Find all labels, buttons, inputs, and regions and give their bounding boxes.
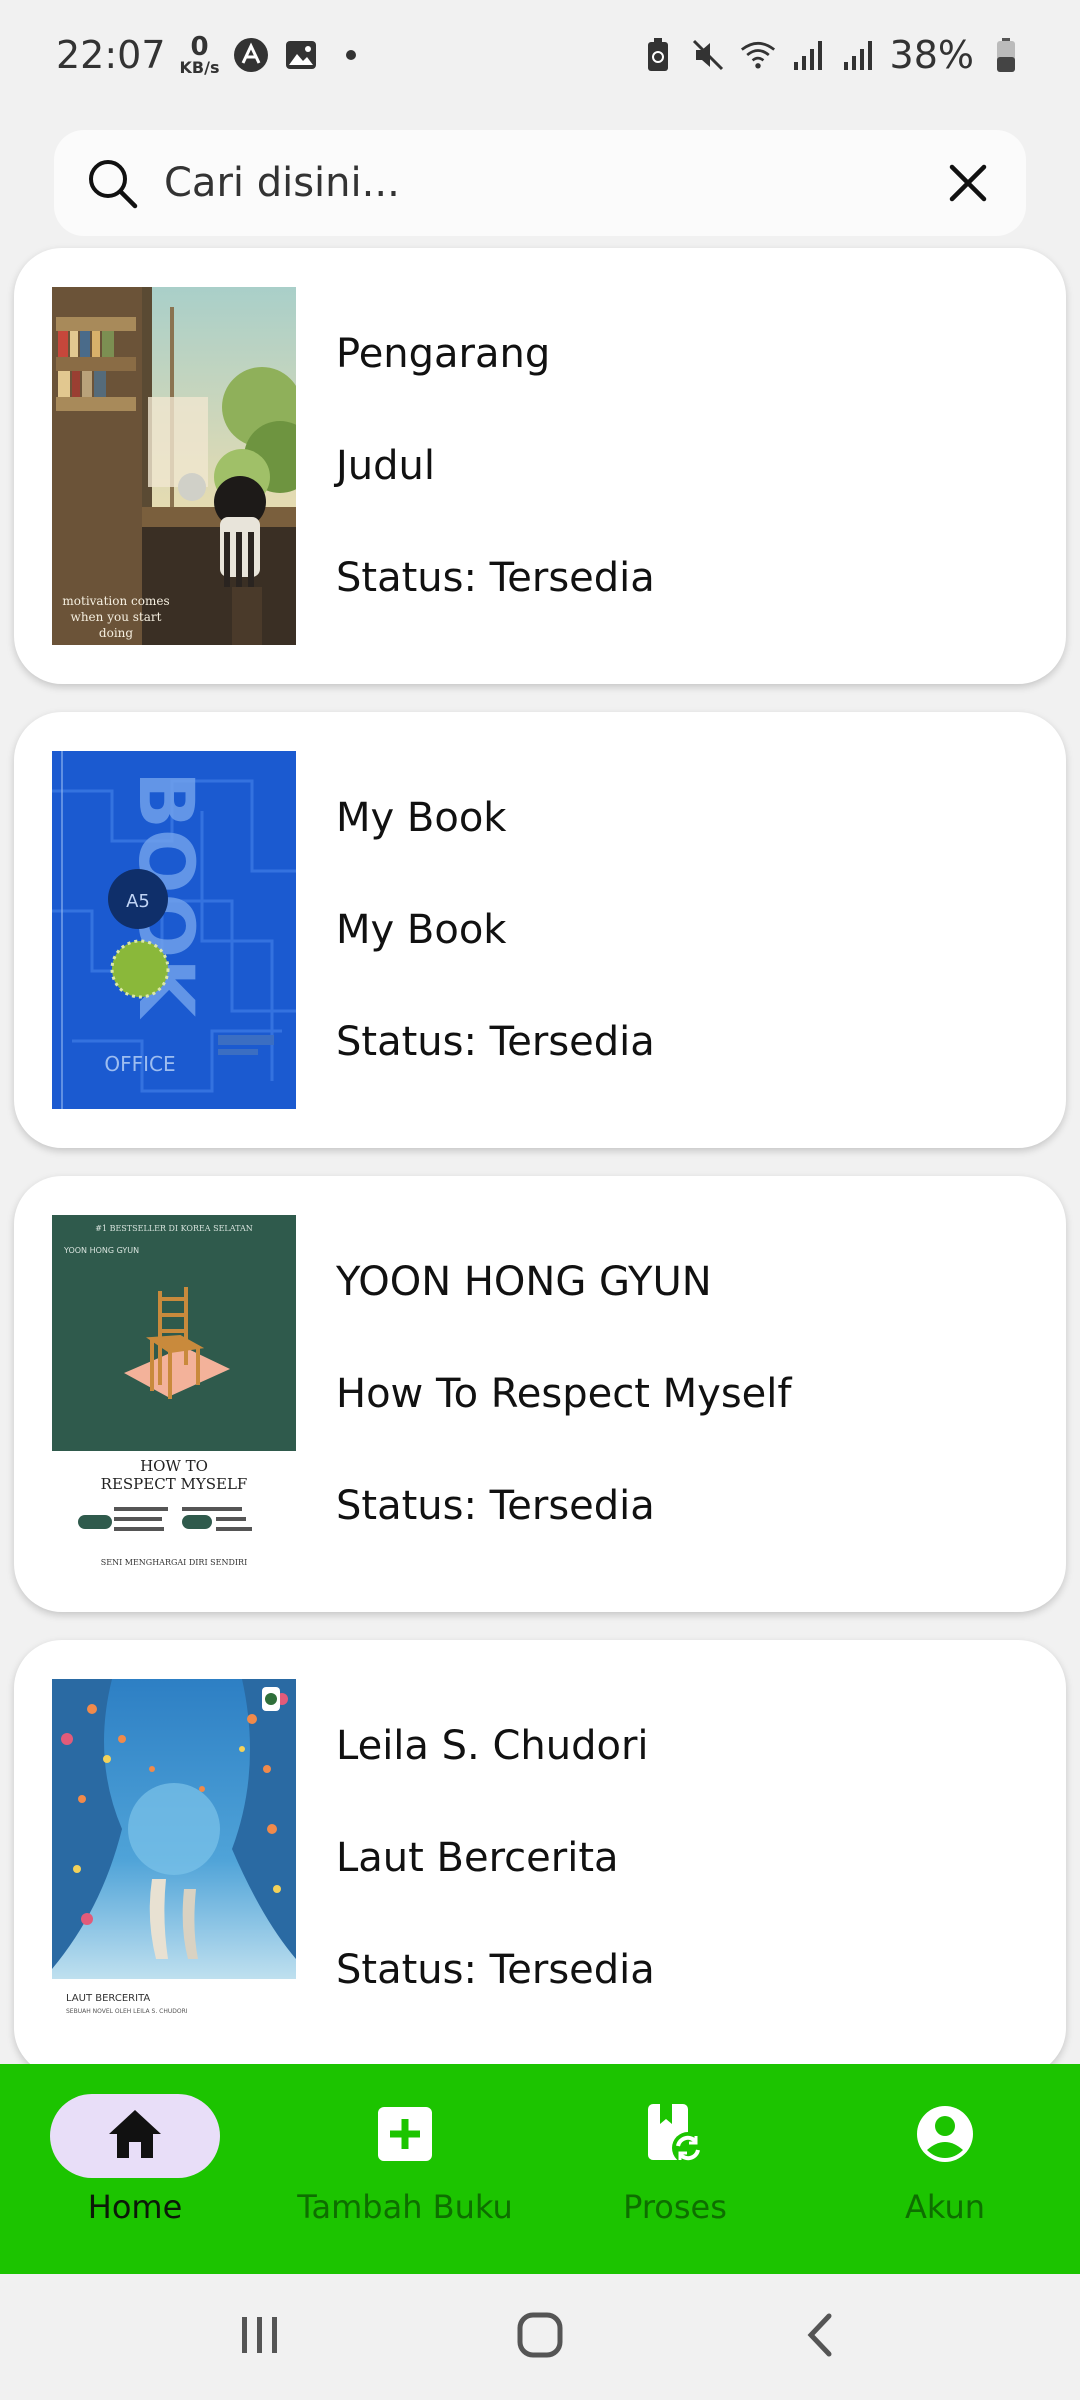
cover-footer-text: SENI MENGHARGAI DIRI SENDIRI [101,1558,247,1567]
home-system-button[interactable] [495,2292,585,2382]
recent-apps-button[interactable] [215,2292,305,2382]
home-icon [107,2108,163,2164]
nav-item-home[interactable]: Home [0,2064,270,2274]
recent-apps-icon [238,2315,282,2359]
book-title: My Book [336,907,507,953]
book-info: Pengarang Judul Status: Tersedia [336,325,655,607]
nav-label: Akun [905,2188,985,2226]
book-title: Judul [336,443,436,489]
cover-code-text: A5 [126,891,150,912]
book-info: YOON HONG GYUN How To Respect Myself Sta… [336,1253,791,1535]
battery-saver-icon [640,37,676,73]
nav-label: Proses [623,2188,727,2226]
nav-label: Home [87,2188,183,2226]
book-author: YOON HONG GYUN [336,1259,712,1305]
cover-caption-line-3: doing [99,626,133,640]
battery-icon [988,37,1024,73]
book-info: My Book My Book Status: Tersedia [336,789,655,1071]
book-card[interactable]: #1 BESTSELLER DI KOREA SELATAN YOON HONG… [14,1176,1066,1612]
clear-search-icon[interactable] [940,155,996,211]
book-status: Status: Tersedia [336,1947,655,1993]
wifi-icon [740,37,776,73]
book-author: Pengarang [336,331,551,377]
search-bar [54,130,1026,236]
book-status: Status: Tersedia [336,1019,655,1065]
nav-item-proses[interactable]: Proses [540,2064,810,2274]
nav-label: Tambah Buku [297,2188,513,2226]
app-notification-icon [233,37,269,73]
book-cover-image: motivation comes when you start doing [52,287,296,645]
search-icon[interactable] [84,155,140,211]
book-title: Laut Bercerita [336,1835,619,1881]
book-card[interactable]: motivation comes when you start doing Pe… [14,248,1066,684]
cover-caption-line-2: when you start [71,610,162,624]
book-cover-image: BOOK A5 OFFICE [52,751,296,1109]
status-left: 22:07 0 KB/s [56,33,369,77]
cover-top-text: #1 BESTSELLER DI KOREA SELATAN [95,1224,253,1233]
signal-2-icon [840,37,876,73]
status-bar: 22:07 0 KB/s 38% [0,0,1080,110]
cover-sub-text: SEBUAH NOVEL OLEH LEILA S. CHUDORI [66,2008,188,2015]
back-button[interactable] [775,2292,865,2382]
status-right: 38% [640,33,1024,77]
cover-author-text: YOON HONG GYUN [63,1246,139,1255]
add-box-icon [376,2105,434,2167]
book-title: How To Respect Myself [336,1371,792,1417]
signal-1-icon [790,37,826,73]
network-speed: 0 KB/s [180,34,220,76]
cover-title-text: LAUT BERCERITA [66,1993,150,2004]
back-chevron-icon [805,2312,835,2362]
gallery-notification-icon [283,37,319,73]
nav-active-indicator [50,2094,220,2178]
book-author: My Book [336,795,507,841]
network-speed-unit: KB/s [179,58,220,77]
book-cover-image: LAUT BERCERITA SEBUAH NOVEL OLEH LEILA S… [52,1679,296,2037]
network-speed-value: 0 [190,32,209,62]
bottom-navigation: Home Tambah Buku Proses Akun [0,2064,1080,2274]
more-notifications-dot-icon [333,37,369,73]
cover-caption-line-1: motivation comes [62,594,169,608]
book-card[interactable]: BOOK A5 OFFICE My Book My Book Status: T… [14,712,1066,1148]
nav-item-akun[interactable]: Akun [810,2064,1080,2274]
home-circle-icon [517,2312,563,2362]
clock: 22:07 [56,33,166,77]
nav-item-tambah-buku[interactable]: Tambah Buku [270,2064,540,2274]
system-navigation-bar [0,2274,1080,2400]
cover-title-line-2: RESPECT MYSELF [101,1475,248,1493]
account-circle-icon [915,2104,975,2168]
book-cover-image: #1 BESTSELLER DI KOREA SELATAN YOON HONG… [52,1215,296,1573]
book-status: Status: Tersedia [336,555,655,601]
book-sync-icon [646,2102,704,2170]
battery-percent: 38% [889,33,974,77]
book-info: Leila S. Chudori Laut Bercerita Status: … [336,1717,655,1999]
book-status: Status: Tersedia [336,1483,655,1529]
cover-sub-text: OFFICE [104,1052,175,1076]
mute-icon [690,37,726,73]
search-input[interactable] [140,160,940,206]
cover-title-line-1: HOW TO [140,1457,208,1475]
book-card[interactable]: LAUT BERCERITA SEBUAH NOVEL OLEH LEILA S… [14,1640,1066,2076]
book-author: Leila S. Chudori [336,1723,649,1769]
